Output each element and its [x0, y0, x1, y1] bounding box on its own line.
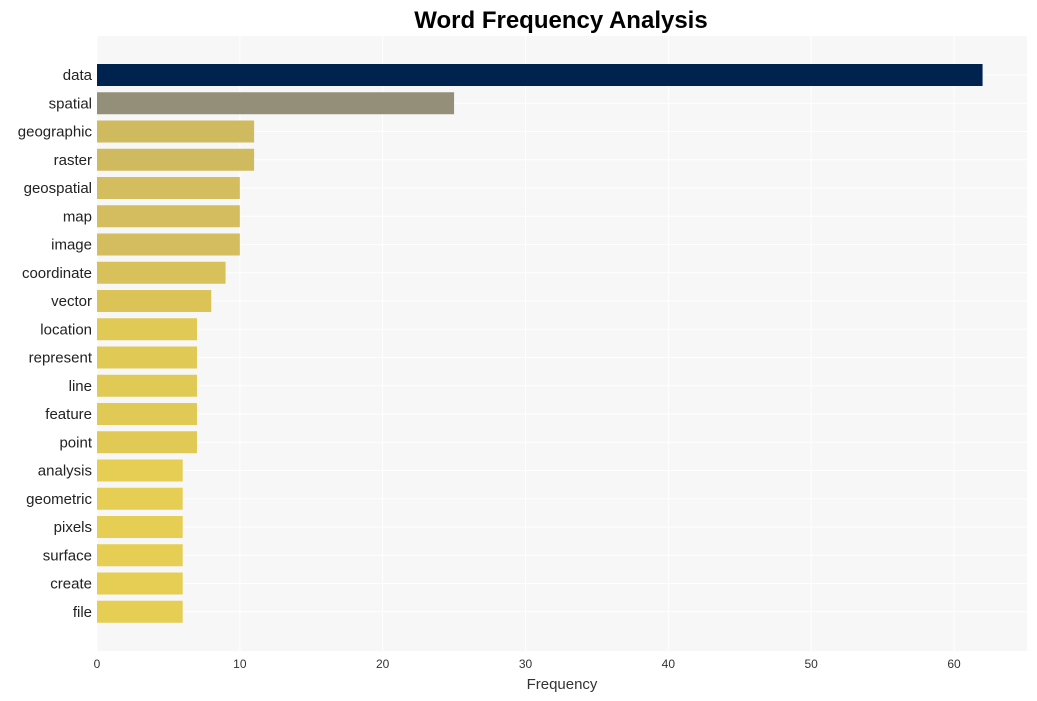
- bar-line: [97, 374, 197, 397]
- x-tick-label: 10: [233, 657, 247, 671]
- x-tick-label: 30: [519, 657, 533, 671]
- category-label-image: image: [51, 237, 92, 254]
- bar-map: [97, 205, 240, 228]
- category-label-line: line: [69, 378, 92, 395]
- x-tick-label: 60: [947, 657, 961, 671]
- category-label-feature: feature: [45, 406, 92, 423]
- x-tick-label: 50: [804, 657, 818, 671]
- word-frequency-chart: Word Frequency Analysis data spatial geogr…: [18, 7, 1027, 693]
- category-labels: data spatial geographic raster geospatial map…: [18, 67, 93, 621]
- category-label-surface: surface: [43, 547, 92, 564]
- category-label-pixels: pixels: [54, 519, 92, 536]
- bar-geospatial: [97, 177, 240, 199]
- category-label-location: location: [40, 321, 92, 338]
- bar-surface: [97, 544, 183, 567]
- bar-coordinate: [97, 261, 226, 284]
- x-axis-label: Frequency: [527, 676, 598, 693]
- category-label-point: point: [59, 434, 92, 451]
- chart-title: Word Frequency Analysis: [414, 7, 707, 34]
- bar-spatial: [97, 92, 455, 115]
- category-label-represent: represent: [29, 350, 93, 367]
- bar-geographic: [97, 120, 255, 143]
- bar-feature: [97, 403, 197, 425]
- x-tick-labels: 0 10 20 30 40 50 60: [94, 657, 961, 671]
- category-label-analysis: analysis: [38, 463, 92, 480]
- bar-data: [97, 64, 983, 86]
- bar-image: [97, 233, 240, 256]
- category-label-vector: vector: [51, 293, 92, 310]
- x-tick-label: 20: [376, 657, 390, 671]
- x-tick-label: 40: [662, 657, 676, 671]
- category-label-geographic: geographic: [18, 124, 93, 141]
- category-label-spatial: spatial: [49, 95, 92, 112]
- category-label-raster: raster: [54, 152, 92, 169]
- category-label-geospatial: geospatial: [24, 180, 92, 197]
- bar-pixels: [97, 516, 183, 538]
- category-label-coordinate: coordinate: [22, 265, 92, 282]
- category-label-map: map: [63, 208, 92, 225]
- x-tick-label: 0: [94, 657, 101, 671]
- category-label-geometric: geometric: [26, 491, 92, 508]
- bar-create: [97, 572, 183, 595]
- category-label-create: create: [50, 576, 92, 593]
- bar-geometric: [97, 487, 183, 510]
- category-label-data: data: [63, 67, 93, 84]
- bar-file: [97, 600, 183, 623]
- bar-vector: [97, 290, 212, 312]
- bar-represent: [97, 346, 197, 369]
- bar-point: [97, 431, 197, 454]
- bar-raster: [97, 148, 255, 171]
- category-label-file: file: [73, 604, 92, 621]
- bar-analysis: [97, 459, 183, 482]
- bar-location: [97, 318, 197, 341]
